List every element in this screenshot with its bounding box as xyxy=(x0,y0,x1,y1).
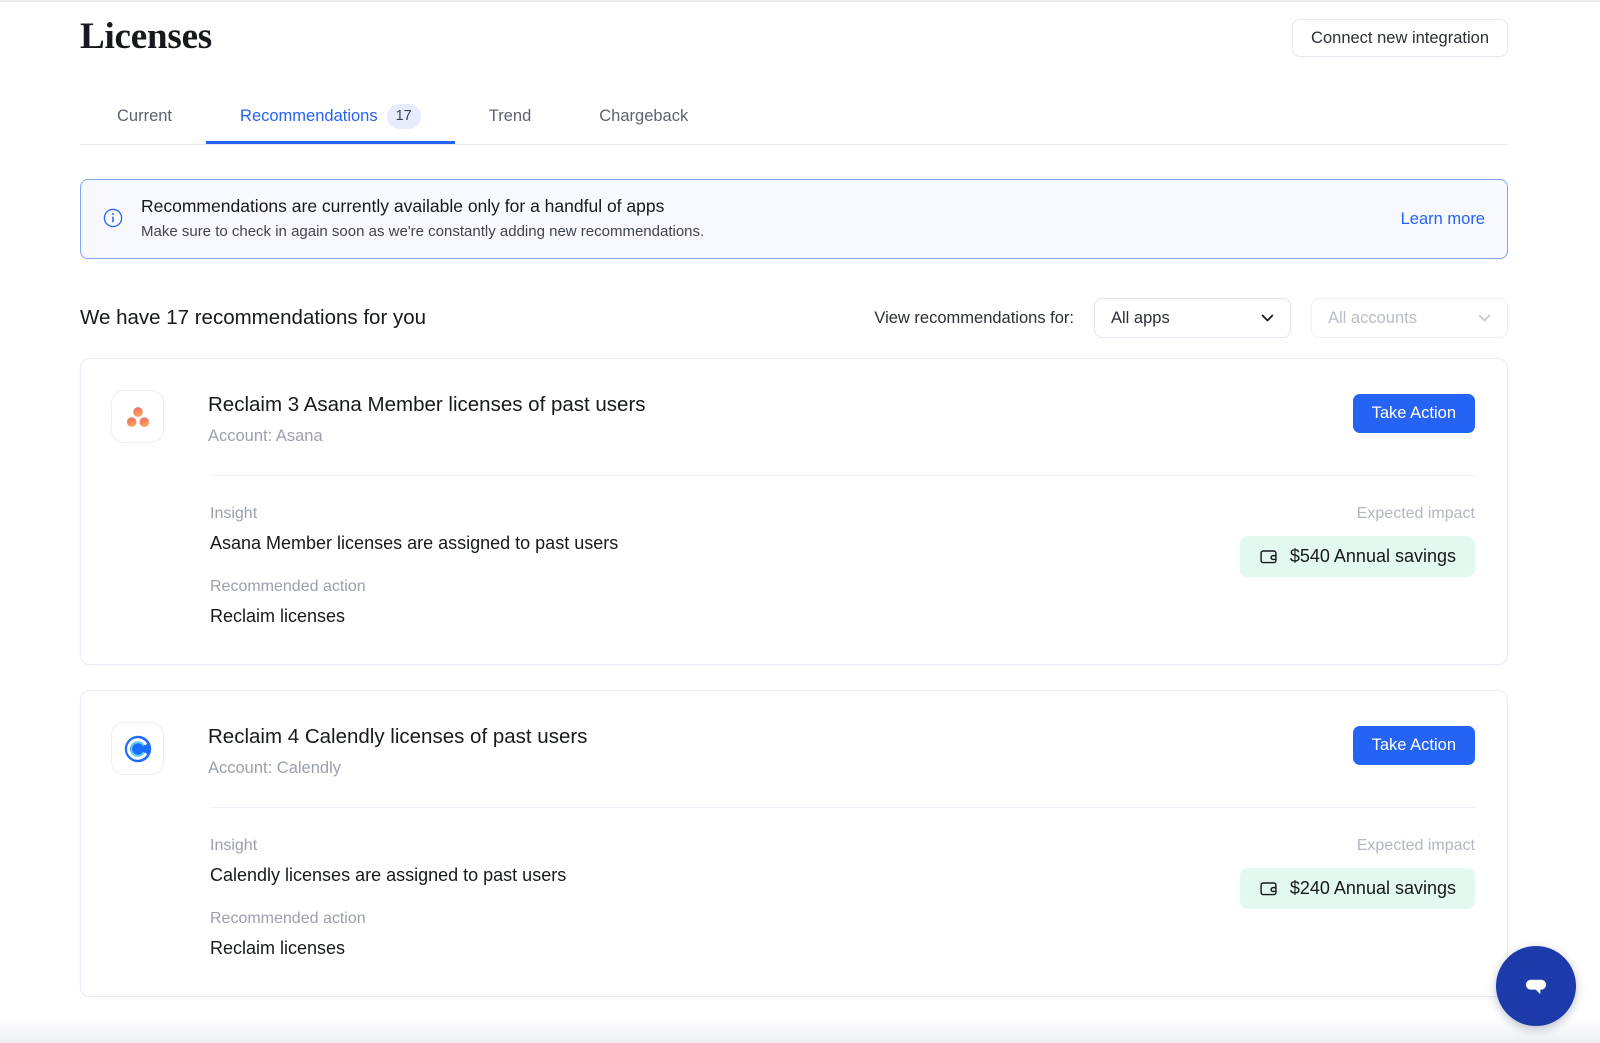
recommendation-account: Account: Asana xyxy=(208,427,323,445)
tab-current[interactable]: Current xyxy=(80,88,206,144)
recommendation-card: Reclaim 4 Calendly licenses of past user… xyxy=(80,690,1508,997)
status-badge: $240 Annual savings xyxy=(1239,868,1475,909)
apps-filter-value: All apps xyxy=(1111,308,1170,327)
info-banner-subtitle: Make sure to check in again soon as we'r… xyxy=(141,223,705,240)
expected-impact-label: Expected impact xyxy=(1356,505,1475,522)
card-body: Insight Calendly licenses are assigned t… xyxy=(210,808,1475,962)
filter-label: View recommendations for: xyxy=(874,308,1074,327)
status-badge: $540 Annual savings xyxy=(1239,536,1475,577)
recommendation-account: Account: Calendly xyxy=(208,759,341,777)
chat-bubble-icon xyxy=(1519,968,1553,1005)
page-header: Licenses Connect new integration xyxy=(80,14,1508,60)
tab-label: Chargeback xyxy=(599,106,689,125)
tab-label: Recommendations xyxy=(240,106,378,125)
recommended-action-value: Reclaim licenses xyxy=(210,606,346,626)
chat-widget-button[interactable] xyxy=(1496,946,1576,1026)
take-action-button[interactable]: Take Action xyxy=(1352,394,1475,433)
card-body: Insight Asana Member licenses are assign… xyxy=(210,476,1475,630)
connect-new-integration-button[interactable]: Connect new integration xyxy=(1292,19,1508,57)
filter-row: We have 17 recommendations for you View … xyxy=(80,298,1508,338)
card-header: Reclaim 4 Calendly licenses of past user… xyxy=(111,721,1475,781)
recommended-action-value: Reclaim licenses xyxy=(210,938,346,958)
tab-label: Trend xyxy=(488,106,532,125)
info-banner-text: Recommendations are currently available … xyxy=(141,194,1381,244)
tab-chargeback[interactable]: Chargeback xyxy=(565,88,722,144)
card-header: Reclaim 3 Asana Member licenses of past … xyxy=(111,389,1475,449)
recommendation-title: Reclaim 4 Calendly licenses of past user… xyxy=(208,725,588,748)
accounts-filter-placeholder: All accounts xyxy=(1328,308,1417,327)
licenses-page: Licenses Connect new integration Current… xyxy=(0,0,1600,1043)
tab-recommendations[interactable]: Recommendations 17 xyxy=(206,88,455,144)
tab-label: Current xyxy=(117,106,173,125)
recommendation-count-text: We have 17 recommendations for you xyxy=(80,306,427,329)
info-banner-title: Recommendations are currently available … xyxy=(141,196,665,216)
expected-impact-block: Expected impact $540 Annual savings xyxy=(1239,502,1475,577)
chevron-down-icon xyxy=(1476,310,1493,327)
recommendation-card: Reclaim 3 Asana Member licenses of past … xyxy=(80,358,1508,665)
filter-controls: View recommendations for: All apps All a… xyxy=(874,298,1508,338)
chevron-down-icon xyxy=(1259,310,1276,327)
wallet-icon xyxy=(1259,547,1278,566)
savings-amount: $240 Annual savings xyxy=(1289,878,1456,898)
info-circle-icon xyxy=(103,208,123,228)
tab-bar: Current Recommendations 17 Trend Chargeb… xyxy=(80,88,1508,145)
recommended-action-block: Recommended action Reclaim licenses xyxy=(210,907,1475,962)
top-hairline xyxy=(0,0,1600,2)
info-banner: Recommendations are currently available … xyxy=(80,179,1508,259)
recommendations-list: Reclaim 3 Asana Member licenses of past … xyxy=(80,358,1508,1022)
wallet-icon xyxy=(1259,879,1278,898)
card-header-text: Reclaim 3 Asana Member licenses of past … xyxy=(208,389,1475,449)
savings-amount: $540 Annual savings xyxy=(1289,546,1456,566)
recommended-action-label: Recommended action xyxy=(210,910,366,927)
learn-more-link[interactable]: Learn more xyxy=(1401,210,1485,229)
calendly-logo-icon xyxy=(111,722,164,775)
tab-trend[interactable]: Trend xyxy=(455,88,566,144)
take-action-button[interactable]: Take Action xyxy=(1352,726,1475,765)
page-title: Licenses xyxy=(80,16,213,57)
card-header-text: Reclaim 4 Calendly licenses of past user… xyxy=(208,721,1475,781)
expected-impact-block: Expected impact $240 Annual savings xyxy=(1239,834,1475,909)
apps-filter-select[interactable]: All apps xyxy=(1094,298,1291,338)
expected-impact-label: Expected impact xyxy=(1356,837,1475,854)
tab-badge-count: 17 xyxy=(386,103,421,129)
recommended-action-block: Recommended action Reclaim licenses xyxy=(210,575,1475,630)
recommendation-title: Reclaim 3 Asana Member licenses of past … xyxy=(208,393,646,416)
accounts-filter-select[interactable]: All accounts xyxy=(1311,298,1508,338)
asana-logo-icon xyxy=(111,390,164,443)
recommended-action-label: Recommended action xyxy=(210,578,366,595)
